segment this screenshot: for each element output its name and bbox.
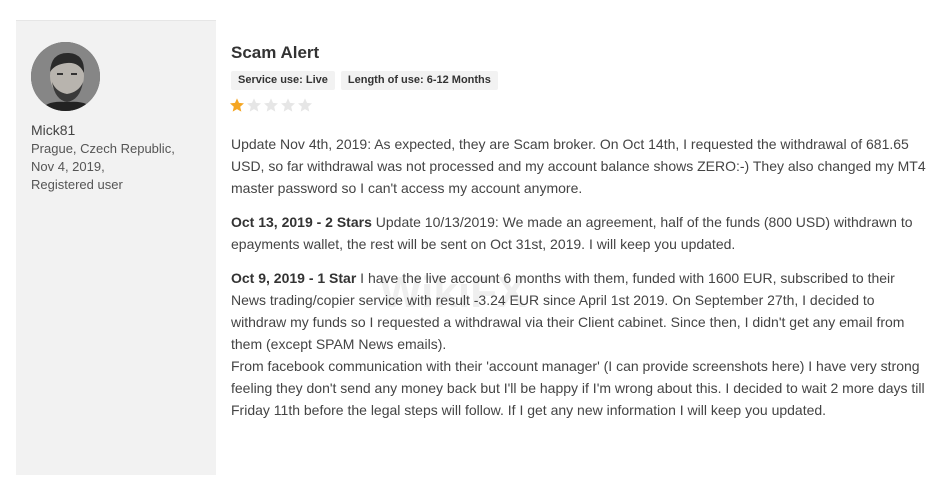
review-paragraph-oct9: Oct 9, 2019 - 1 Star I have the live acc…	[231, 267, 931, 355]
star-filled-icon	[230, 98, 244, 112]
review-title: Scam Alert	[231, 43, 320, 62]
star-empty-icon	[298, 98, 312, 112]
reviewer-status: Registered user	[31, 177, 123, 192]
reviewer-info: Mick81 Prague, Czech Republic, Nov 4, 20…	[31, 121, 211, 194]
reviewer-location: Prague, Czech Republic,	[31, 141, 175, 156]
review-paragraph-oct13-heading: Oct 13, 2019 - 2 Stars	[231, 214, 372, 230]
star-empty-icon	[264, 98, 278, 112]
review-body: Update Nov 4th, 2019: As expected, they …	[231, 133, 931, 433]
tag-length-of-use: Length of use: 6-12 Months	[340, 71, 498, 90]
top-band	[0, 0, 941, 20]
review-date: Nov 4, 2019,	[31, 159, 105, 174]
review-paragraph-facebook: From facebook communication with their '…	[231, 358, 925, 418]
tag-service-use: Service use: Live	[231, 71, 335, 90]
avatar[interactable]	[31, 42, 100, 111]
avatar-portrait-icon	[31, 42, 100, 111]
star-rating	[229, 97, 313, 113]
star-empty-icon	[281, 98, 295, 112]
review-paragraph-update: Update Nov 4th, 2019: As expected, they …	[231, 136, 926, 196]
review-paragraph-oct9-heading: Oct 9, 2019 - 1 Star	[231, 270, 357, 286]
reviewer-name[interactable]: Mick81	[31, 121, 211, 139]
star-empty-icon	[247, 98, 261, 112]
review-paragraph-oct13: Oct 13, 2019 - 2 Stars Update 10/13/2019…	[231, 211, 931, 255]
bottom-band	[0, 475, 941, 493]
review-tags: Service use: Live Length of use: 6-12 Mo…	[231, 71, 498, 90]
